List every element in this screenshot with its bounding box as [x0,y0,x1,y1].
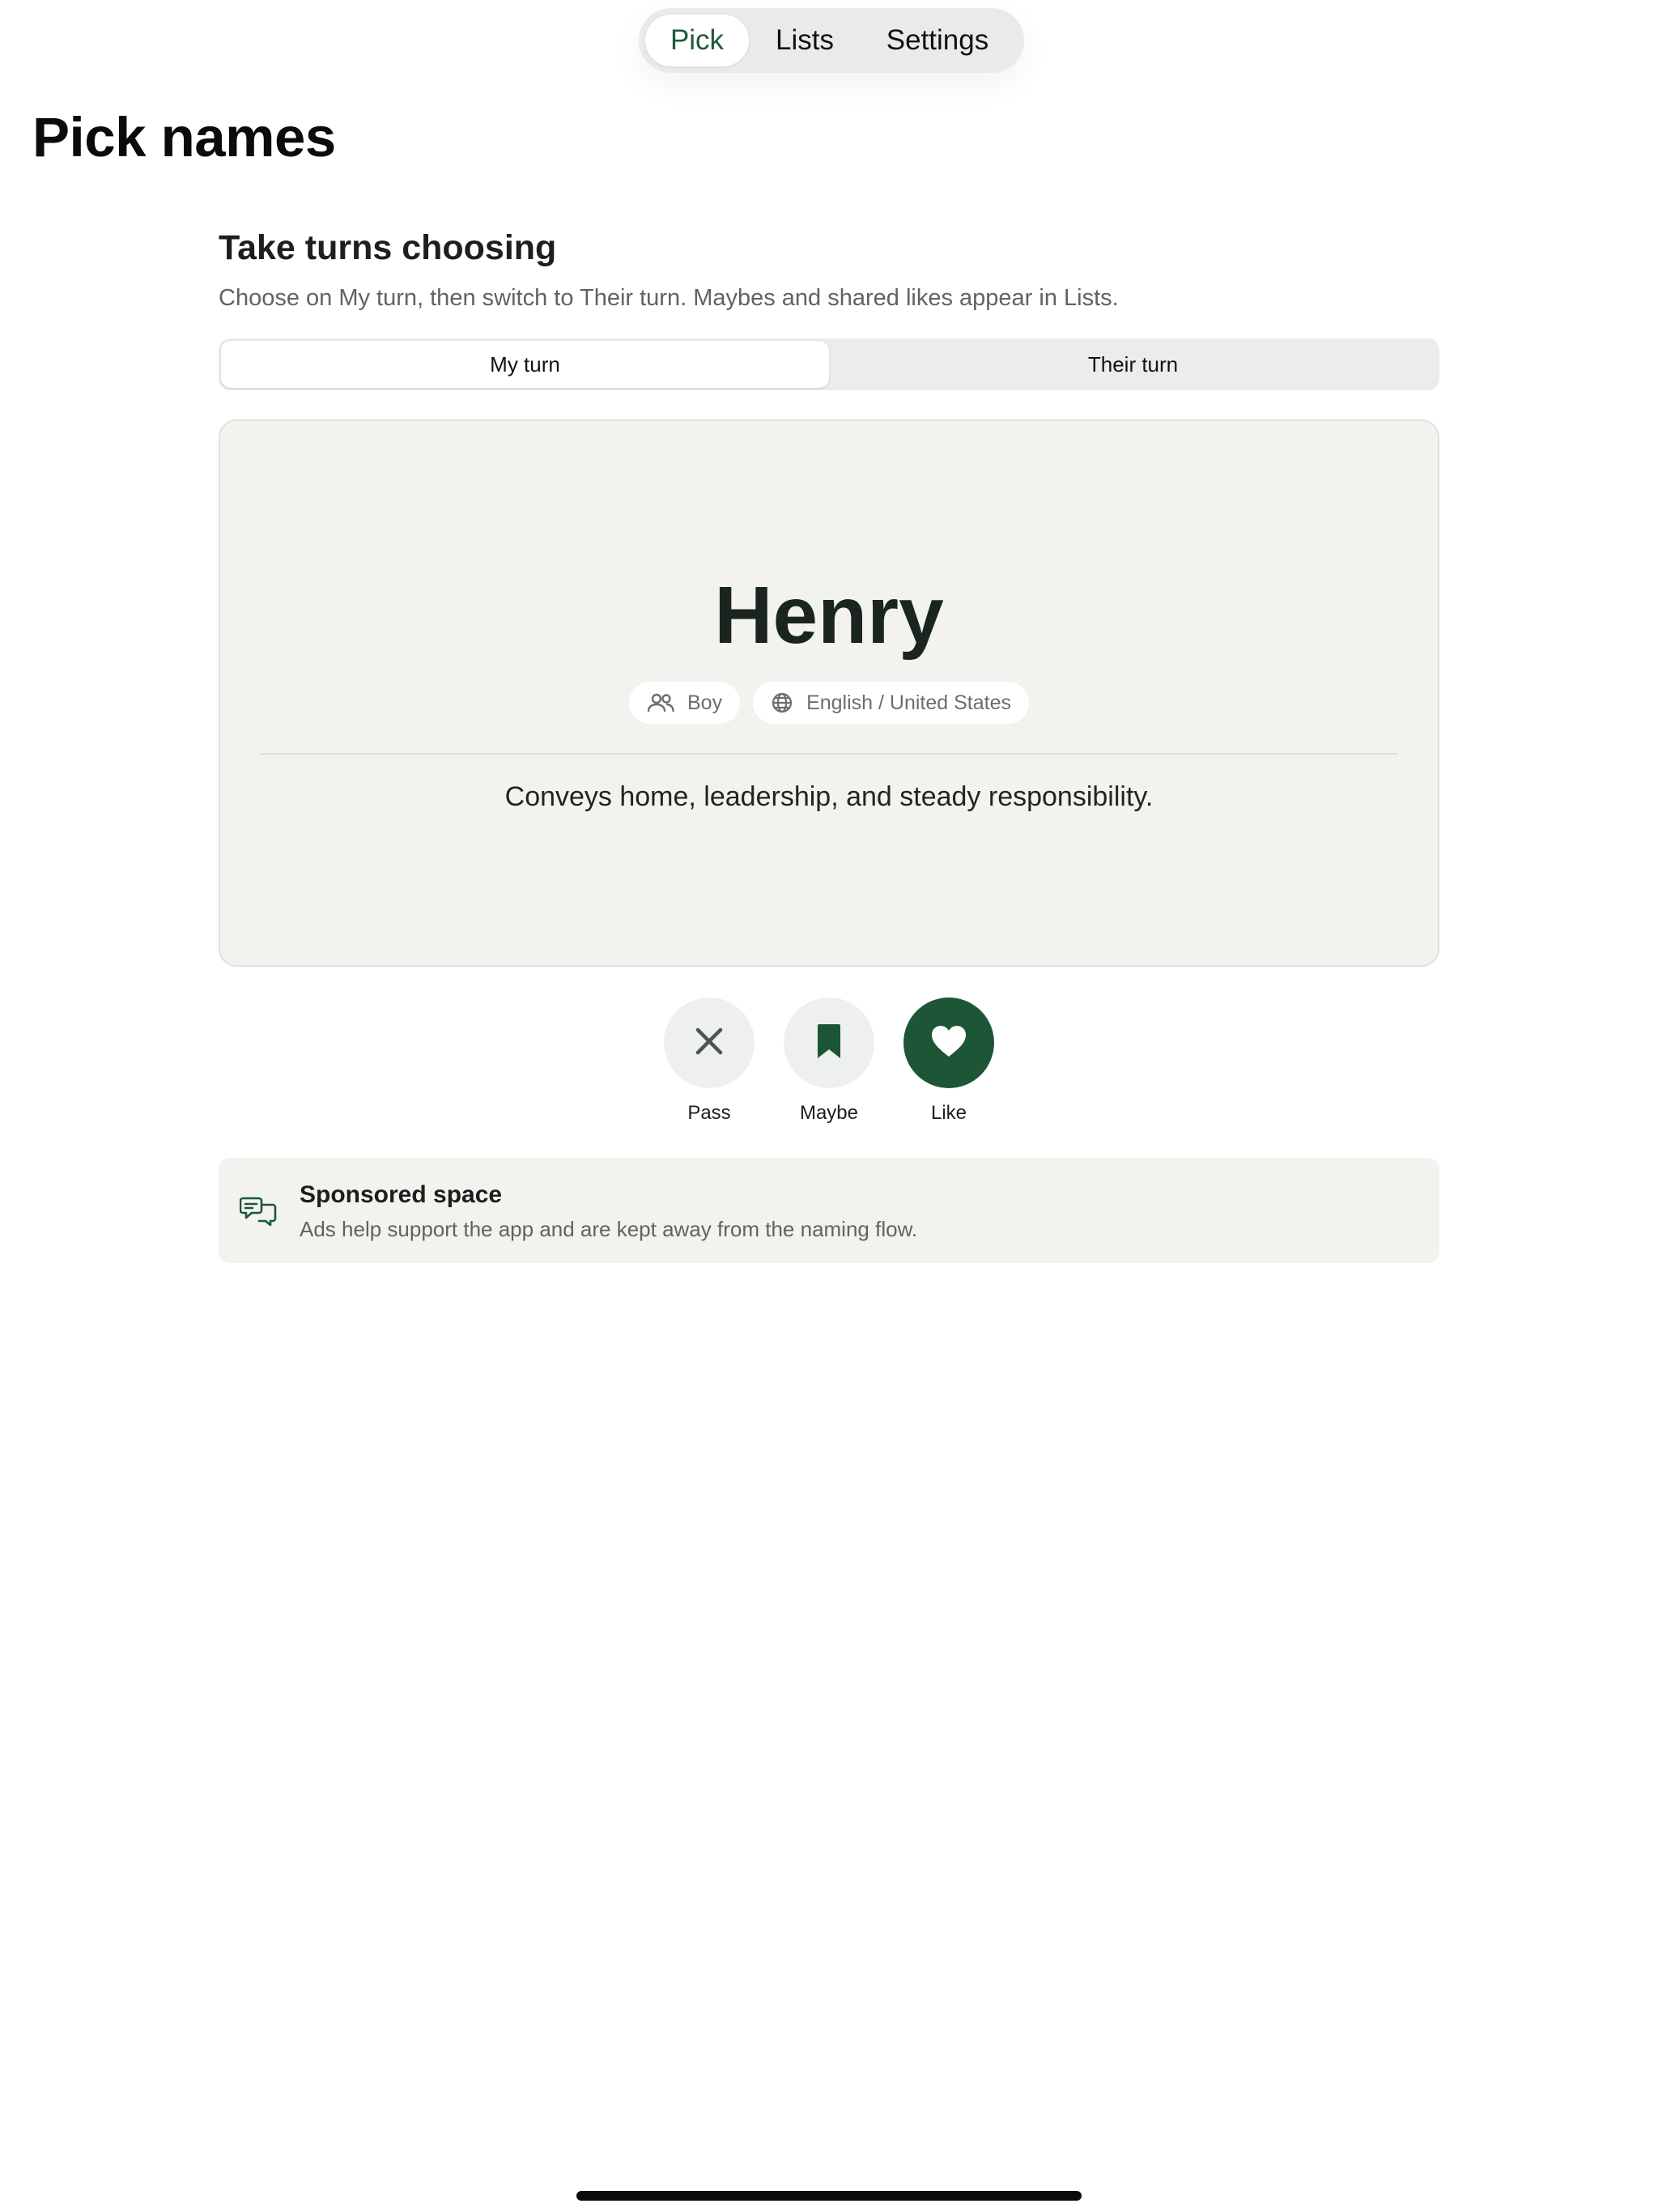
heart-icon [930,1024,967,1062]
tab-lists[interactable]: Lists [752,15,857,66]
like-action: Like [903,998,994,1127]
pass-action: Pass [664,998,755,1127]
maybe-button[interactable] [784,998,874,1088]
gender-chip-label: Boy [687,691,723,714]
name-title: Henry [714,570,944,661]
chat-ad-icon [239,1195,277,1230]
sponsored-title: Sponsored space [300,1181,503,1208]
like-label: Like [930,1102,967,1124]
section-title: Take turns choosing [219,228,557,267]
pass-label: Pass [687,1102,731,1124]
main-content: Take turns choosing Choose on My turn, t… [219,219,1439,1263]
card-divider [261,753,1397,755]
my-turn-option[interactable]: My turn [221,341,829,388]
globe-icon [771,691,793,714]
tab-settings[interactable]: Settings [861,15,1014,66]
sponsored-text: Ads help support the app and are kept aw… [300,1217,918,1241]
origin-chip: English / United States [753,682,1029,724]
turn-segmented-control: My turn Their turn [219,338,1439,390]
top-tab-bar: Pick Lists Settings [639,8,1024,73]
tab-pick[interactable]: Pick [645,15,749,66]
origin-chip-label: English / United States [806,691,1011,714]
gender-chip: Boy [628,682,741,724]
maybe-label: Maybe [799,1102,859,1124]
close-icon [693,1025,725,1061]
their-turn-option[interactable]: Their turn [829,341,1437,388]
name-meaning: Conveys home, leadership, and steady res… [504,781,1154,812]
people-icon [647,692,674,713]
maybe-action: Maybe [784,998,874,1127]
choice-actions: Pass Maybe Like [219,998,1439,1127]
like-button[interactable] [903,998,994,1088]
sponsored-card: Sponsored space Ads help support the app… [219,1158,1439,1263]
bookmark-icon [816,1023,842,1064]
name-chips: Boy English / United States [220,682,1438,724]
section-subtitle: Choose on My turn, then switch to Their … [219,285,1119,311]
pass-button[interactable] [664,998,755,1088]
page-title: Pick names [32,106,336,168]
name-card[interactable]: Henry Boy English / United States Convey… [219,419,1439,967]
home-indicator [576,2191,1082,2201]
